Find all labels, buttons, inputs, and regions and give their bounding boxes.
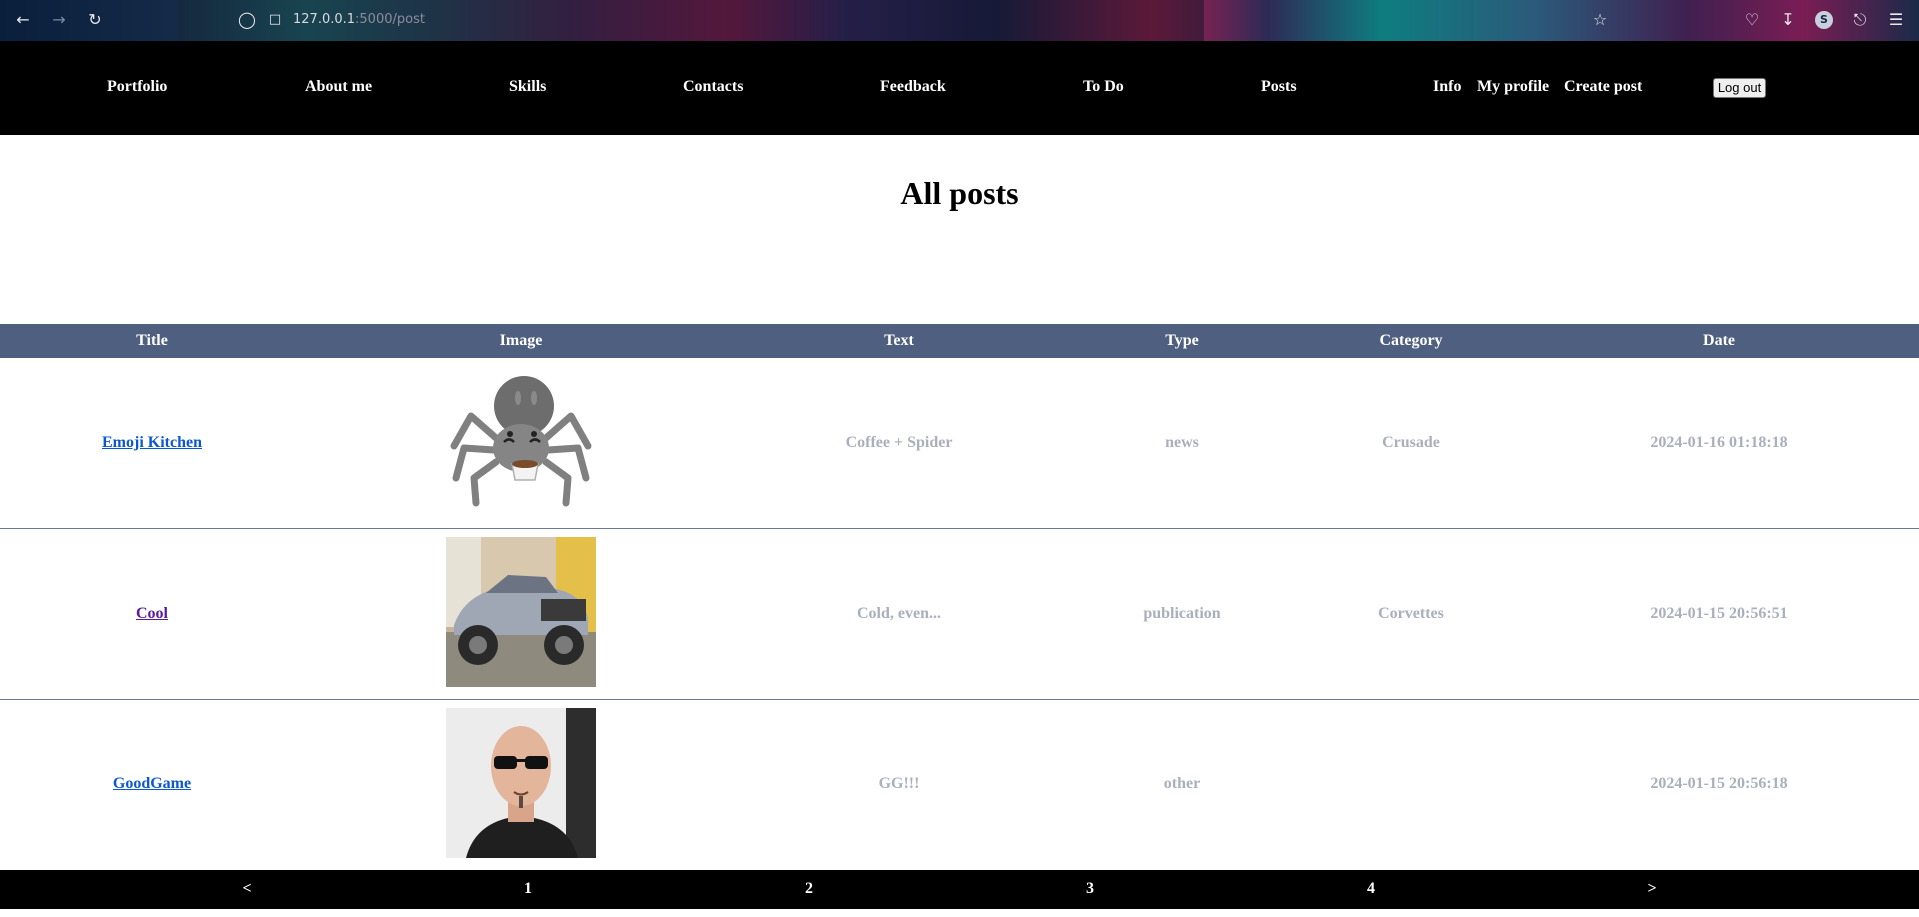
corvette-photo-icon bbox=[446, 537, 596, 687]
reload-icon[interactable]: ↻ bbox=[84, 9, 106, 31]
shield-icon[interactable]: ◯ bbox=[236, 9, 258, 31]
post-title-link[interactable]: GoodGame bbox=[113, 775, 191, 793]
page-title: All posts bbox=[900, 175, 1019, 211]
post-image-corvette bbox=[446, 537, 596, 687]
nav-about-me[interactable]: About me bbox=[305, 78, 372, 96]
post-type: other bbox=[1163, 775, 1201, 792]
logout-button[interactable]: Log out bbox=[1713, 78, 1766, 98]
post-category: Crusade bbox=[1382, 434, 1440, 451]
pagination-page-4[interactable]: 4 bbox=[1367, 880, 1375, 898]
man-portrait-icon bbox=[446, 708, 596, 858]
table-header: Title Image Text Type Category Date bbox=[0, 324, 1919, 358]
nav-skills[interactable]: Skills bbox=[509, 78, 546, 96]
post-text: GG!!! bbox=[878, 775, 920, 792]
post-title-link[interactable]: Emoji Kitchen bbox=[102, 434, 202, 452]
pagination-next[interactable]: > bbox=[1647, 880, 1656, 898]
url-path: :5000/post bbox=[355, 12, 425, 27]
post-text: Coffee + Spider bbox=[845, 434, 953, 451]
post-date: 2024-01-15 20:56:18 bbox=[1650, 775, 1788, 792]
url-host: 127.0.0.1 bbox=[293, 12, 356, 27]
spider-coffee-icon bbox=[450, 376, 592, 507]
post-image-spider bbox=[446, 368, 596, 518]
pagination-page-1[interactable]: 1 bbox=[524, 880, 532, 898]
table-row: Emoji Kitchen Coffee + Spider news Crusa bbox=[0, 358, 1919, 529]
pagination-page-2[interactable]: 2 bbox=[805, 880, 813, 898]
pagination: < 1 2 3 4 > bbox=[0, 870, 1919, 909]
download-icon[interactable]: ↧ bbox=[1777, 9, 1799, 31]
profile-avatar[interactable]: S bbox=[1815, 11, 1833, 29]
header-category: Category bbox=[1379, 332, 1443, 349]
nav-posts[interactable]: Posts bbox=[1261, 78, 1297, 96]
nav-contacts[interactable]: Contacts bbox=[683, 78, 743, 96]
bookmark-star-icon[interactable]: ☆ bbox=[1589, 9, 1611, 31]
nav-create-post[interactable]: Create post bbox=[1564, 78, 1642, 96]
nav-todo[interactable]: To Do bbox=[1083, 78, 1124, 96]
post-type: publication bbox=[1143, 605, 1221, 622]
page-info-icon[interactable]: □ bbox=[264, 9, 286, 31]
post-text: Cold, even... bbox=[857, 605, 941, 622]
extensions-icon[interactable]: ⎋ bbox=[1849, 9, 1871, 31]
header-title: Title bbox=[136, 332, 168, 349]
header-image: Image bbox=[499, 332, 543, 349]
browser-toolbar: ← → ↻ ◯ □ 127.0.0.1:5000/post ☆ ♡ ↧ S ⎋ … bbox=[0, 0, 1919, 41]
header-date: Date bbox=[1703, 332, 1735, 349]
header-text: Text bbox=[884, 332, 914, 349]
header-type: Type bbox=[1165, 332, 1199, 349]
url-text[interactable]: 127.0.0.1:5000/post bbox=[293, 12, 425, 27]
pocket-icon[interactable]: ♡ bbox=[1741, 9, 1763, 31]
post-date: 2024-01-15 20:56:51 bbox=[1650, 605, 1788, 622]
nav-info[interactable]: Info bbox=[1433, 78, 1461, 96]
post-category: Corvettes bbox=[1378, 605, 1444, 622]
nav-feedback[interactable]: Feedback bbox=[880, 78, 946, 96]
table-row: Cool Cold, even... publication Corvettes… bbox=[0, 529, 1919, 700]
back-icon[interactable]: ← bbox=[12, 9, 34, 31]
pagination-prev[interactable]: < bbox=[242, 880, 251, 898]
menu-icon[interactable]: ☰ bbox=[1885, 9, 1907, 31]
pagination-page-3[interactable]: 3 bbox=[1086, 880, 1094, 898]
nav-portfolio[interactable]: Portfolio bbox=[107, 78, 167, 96]
post-date: 2024-01-16 01:18:18 bbox=[1650, 434, 1788, 451]
site-navbar: Portfolio About me Skills Contacts Feedb… bbox=[0, 41, 1919, 135]
post-type: news bbox=[1165, 434, 1199, 451]
nav-my-profile[interactable]: My profile bbox=[1477, 78, 1549, 96]
post-image-man bbox=[446, 708, 596, 858]
forward-icon[interactable]: → bbox=[48, 9, 70, 31]
post-title-link[interactable]: Cool bbox=[136, 605, 168, 623]
table-row: GoodGame GG!!! other 2024-01-15 20:56:18 bbox=[0, 700, 1919, 870]
